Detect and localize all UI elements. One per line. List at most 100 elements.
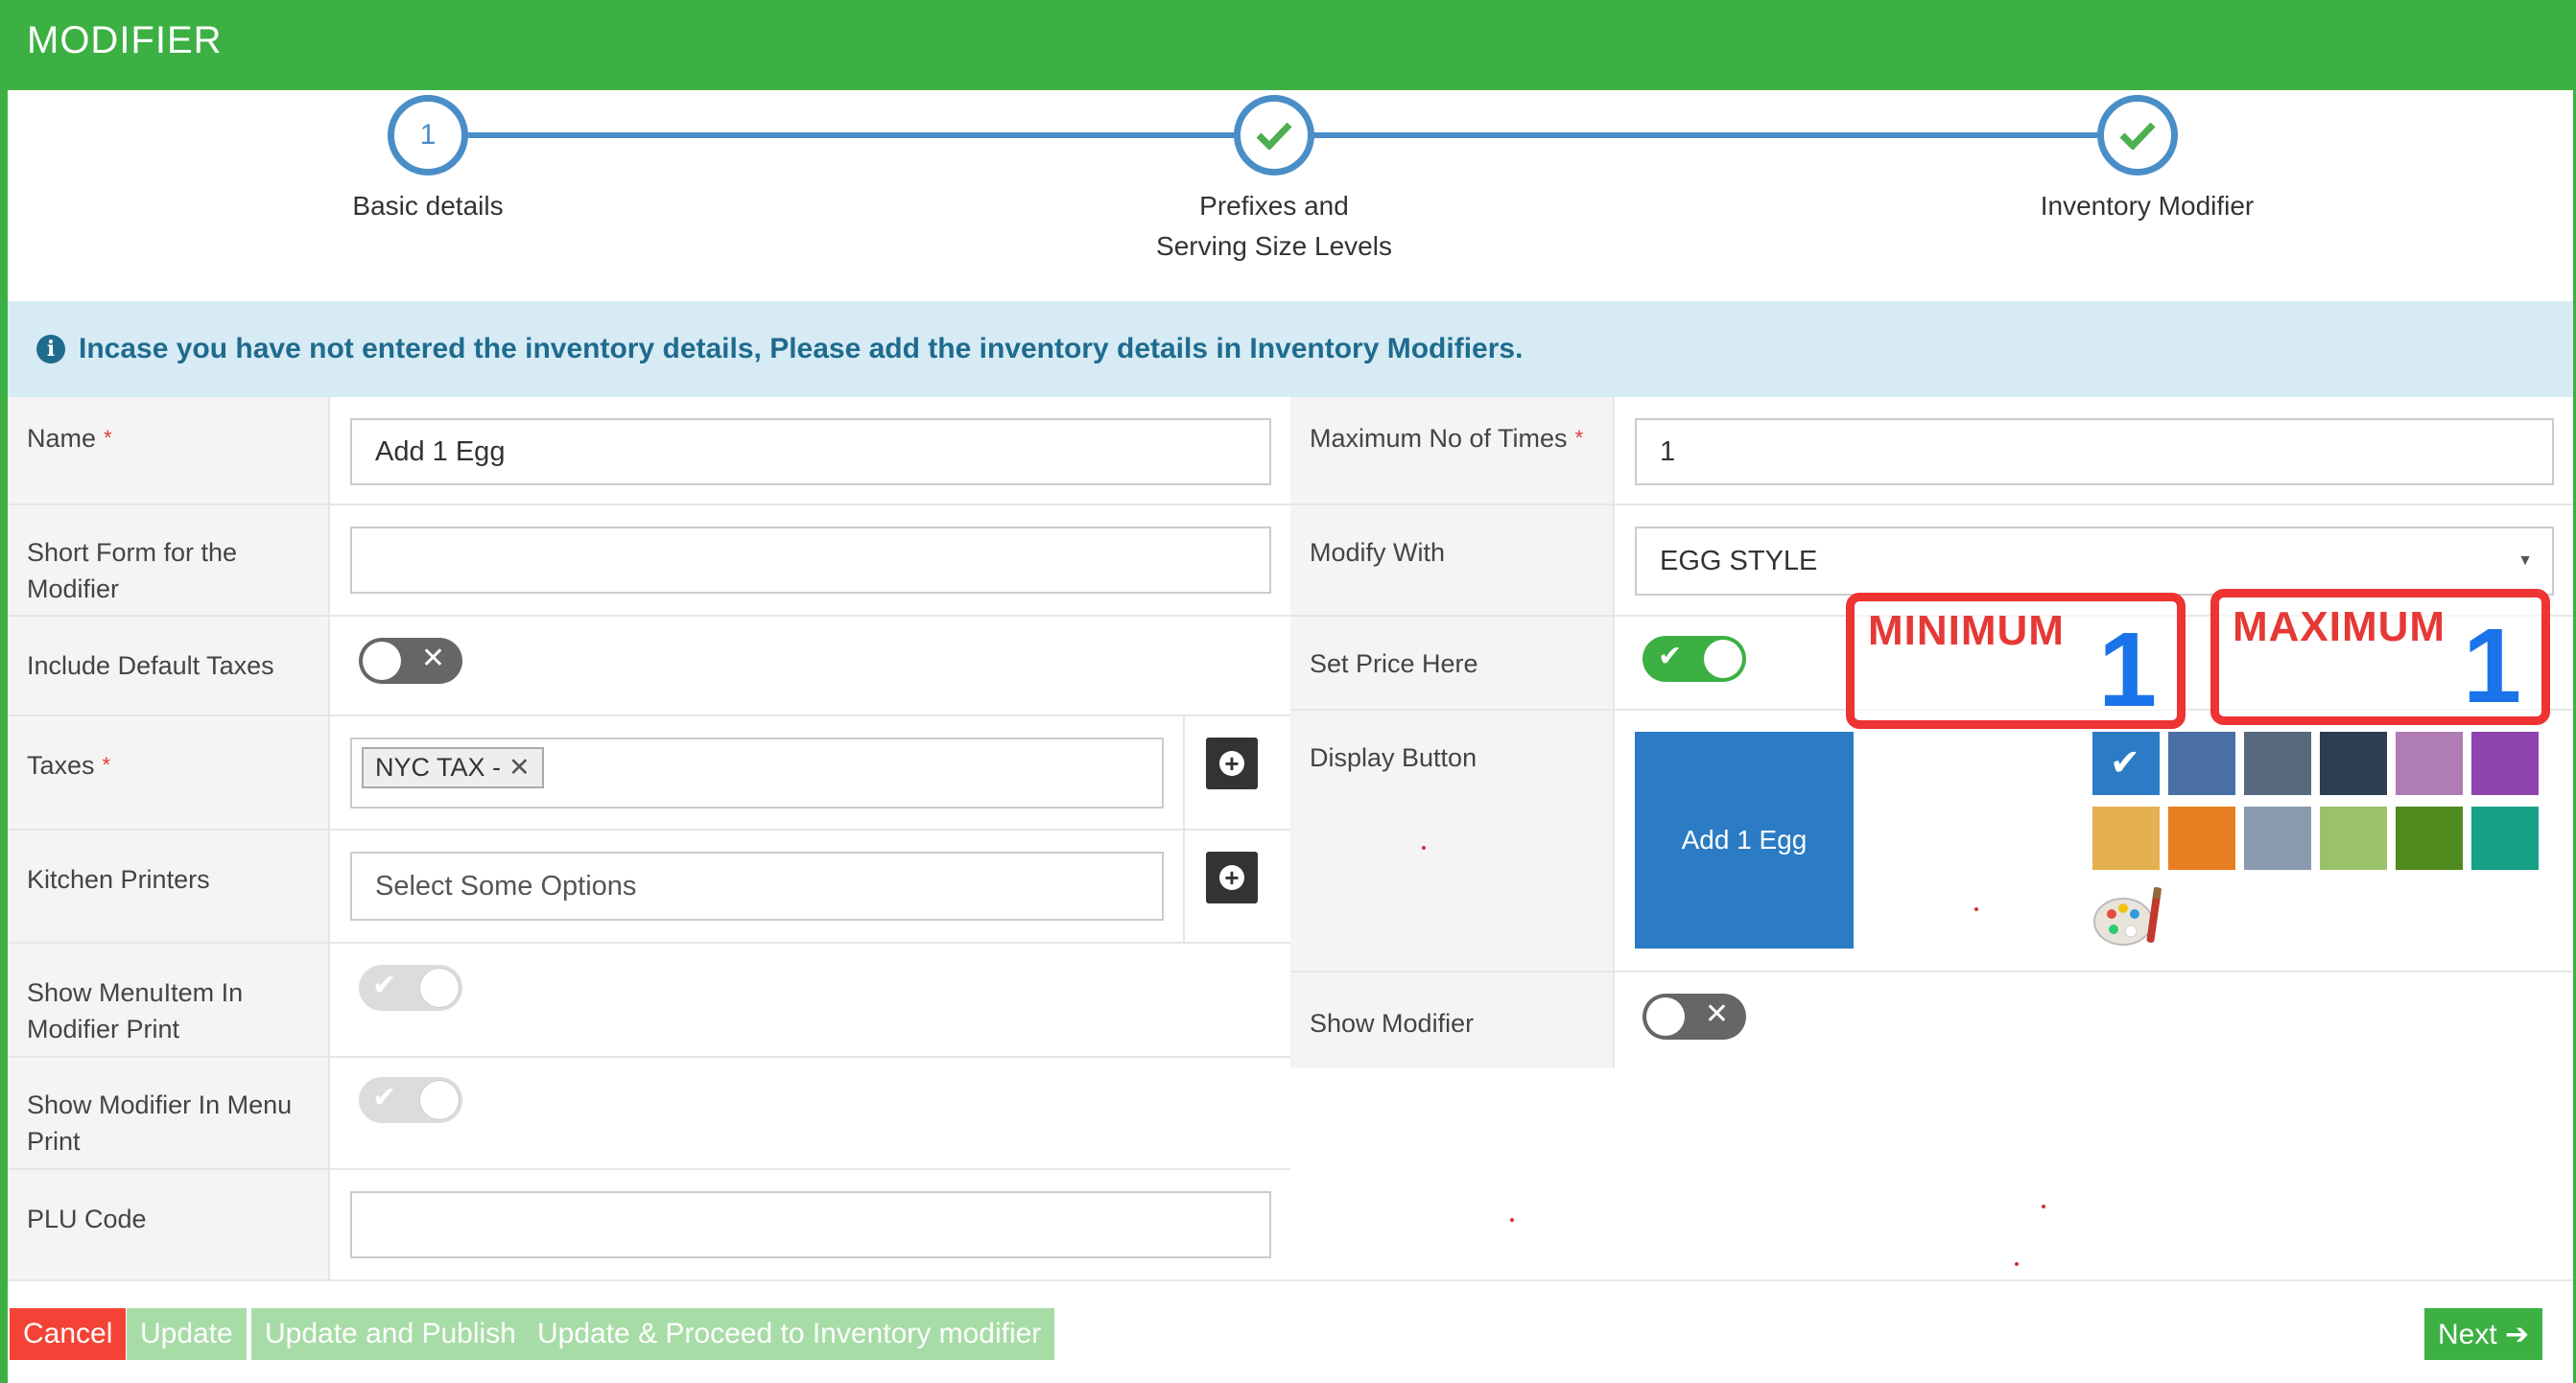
display-button-preview[interactable]: Add 1 Egg <box>1635 732 1854 949</box>
row-display-button: Display Button Add 1 Egg <box>1290 711 2573 973</box>
info-text: Incase you have not entered the inventor… <box>79 333 1524 364</box>
required-marker: * <box>102 753 111 777</box>
stray-dot <box>1974 907 1978 911</box>
add-printer-button[interactable]: + <box>1206 852 1258 903</box>
short-form-label-line1: Short Form for the <box>27 538 238 567</box>
color-swatch-10[interactable] <box>2320 807 2387 870</box>
step-3-label: Inventory Modifier <box>2040 191 2255 221</box>
set-price-toggle[interactable]: ✔ <box>1642 636 1746 682</box>
show-modifier-menu-label-line2: Print <box>27 1127 81 1156</box>
required-marker: * <box>1574 426 1584 450</box>
step-3-circle[interactable] <box>2097 95 2178 176</box>
stray-dot <box>1510 1218 1514 1222</box>
minimum-annotation: MINIMUM 1 <box>1846 593 2186 729</box>
wizard-stepper: 1 Basic details Prefixes and Serving Siz… <box>8 90 2573 301</box>
stray-dot <box>2015 1262 2019 1266</box>
modify-with-select[interactable]: EGG STYLE ▼ <box>1635 527 2554 596</box>
add-tax-button[interactable]: + <box>1206 738 1258 789</box>
remove-tag-icon[interactable]: ✕ <box>508 753 531 782</box>
name-input[interactable]: Add 1 Egg <box>350 418 1271 485</box>
color-swatch-8[interactable] <box>2168 807 2235 870</box>
plu-code-input[interactable] <box>350 1191 1271 1258</box>
row-taxes: Taxes * NYC TAX - ✕ + <box>8 716 1290 831</box>
toggle-knob <box>1646 997 1685 1036</box>
name-label-text: Name <box>27 424 97 453</box>
row-kitchen-printers: Kitchen Printers Select Some Options + <box>8 831 1290 944</box>
show-modifier-toggle[interactable]: ✕ <box>1642 994 1746 1040</box>
toggle-knob <box>420 1081 459 1119</box>
stray-dot <box>1422 846 1426 850</box>
color-swatch-12[interactable] <box>2471 807 2539 870</box>
modify-with-value: EGG STYLE <box>1660 545 1818 576</box>
row-show-modifier: Show Modifier ✕ <box>1290 973 2573 1068</box>
name-label: Name * <box>8 397 330 504</box>
update-publish-button[interactable]: Update and Publish <box>251 1308 530 1360</box>
step-connector <box>468 132 1255 138</box>
minimum-annotation-label: MINIMUM <box>1868 607 2065 654</box>
step-connector <box>1312 132 2099 138</box>
color-swatch-5[interactable] <box>2396 732 2463 795</box>
update-button[interactable]: Update <box>127 1308 247 1360</box>
color-swatch-7[interactable] <box>2092 807 2160 870</box>
plus-circle-icon: + <box>1219 751 1244 776</box>
info-banner: i Incase you have not entered the invent… <box>8 301 2573 397</box>
row-show-menuitem: Show MenuItem In Modifier Print ✔ <box>8 944 1290 1058</box>
color-swatch-11[interactable] <box>2396 807 2463 870</box>
show-modifier-menu-label-line1: Show Modifier In Menu <box>27 1090 293 1119</box>
palette-icon[interactable] <box>2092 885 2169 949</box>
color-swatch-1[interactable] <box>2092 732 2160 795</box>
show-modifier-menu-toggle[interactable]: ✔ <box>359 1077 462 1123</box>
modify-with-label: Modify With <box>1290 505 1615 615</box>
step-1-label: Basic details <box>352 191 504 221</box>
color-swatch-2[interactable] <box>2168 732 2235 795</box>
short-form-label-line2: Modifier <box>27 574 120 603</box>
show-menuitem-label-line1: Show MenuItem In <box>27 978 244 1007</box>
toggle-knob <box>363 642 401 680</box>
step-2-label: Prefixes and Serving Size Levels <box>1082 186 1466 267</box>
tax-tag-label: NYC TAX - <box>375 753 502 782</box>
color-swatch-3[interactable] <box>2244 732 2311 795</box>
display-button-label: Display Button <box>1290 711 1615 971</box>
step-2-label-line1: Prefixes and <box>1199 191 1349 221</box>
color-swatch-6[interactable] <box>2471 732 2539 795</box>
update-proceed-button[interactable]: Update & Proceed to Inventory modifier <box>524 1308 1055 1360</box>
kitchen-printers-label: Kitchen Printers <box>8 831 330 942</box>
show-modifier-menu-label: Show Modifier In Menu Print <box>8 1058 330 1168</box>
color-swatch-9[interactable] <box>2244 807 2311 870</box>
taxes-label: Taxes * <box>8 716 330 829</box>
page-title: MODIFIER <box>27 19 223 61</box>
toggle-knob <box>1704 640 1742 678</box>
taxes-label-text: Taxes <box>27 751 95 780</box>
row-max-times: Maximum No of Times * 1 <box>1290 397 2573 505</box>
tax-tag: NYC TAX - ✕ <box>362 747 544 788</box>
include-default-taxes-label: Include Default Taxes <box>8 617 330 715</box>
show-modifier-label: Show Modifier <box>1290 973 1615 1068</box>
short-form-input[interactable] <box>350 527 1271 594</box>
max-times-input[interactable]: 1 <box>1635 418 2554 485</box>
check-icon: ✔ <box>372 970 397 1001</box>
step-2-circle[interactable] <box>1234 95 1314 176</box>
taxes-multiselect[interactable]: NYC TAX - ✕ <box>350 738 1164 809</box>
row-name: Name * Add 1 Egg <box>8 397 1290 505</box>
check-icon <box>2119 122 2156 150</box>
info-icon: i <box>36 335 65 363</box>
show-menuitem-toggle[interactable]: ✔ <box>359 965 462 1011</box>
required-marker: * <box>104 426 112 450</box>
show-menuitem-label-line2: Modifier Print <box>27 1015 180 1043</box>
check-icon: ✔ <box>1658 641 1683 672</box>
next-button[interactable]: Next ➔ <box>2424 1308 2543 1360</box>
row-plu-code: PLU Code <box>8 1170 1290 1279</box>
plus-circle-icon: + <box>1219 865 1244 890</box>
kitchen-printers-select[interactable]: Select Some Options <box>350 852 1164 921</box>
step-number: 1 <box>419 119 437 151</box>
maximum-annotation: MAXIMUM 1 <box>2210 589 2550 725</box>
cancel-button[interactable]: Cancel <box>10 1308 127 1360</box>
include-default-taxes-toggle[interactable]: ✕ <box>359 638 462 684</box>
x-icon: ✕ <box>1704 998 1729 1030</box>
step-1-circle[interactable]: 1 <box>388 95 468 176</box>
max-times-label-text: Maximum No of Times <box>1310 424 1568 453</box>
footer-actions: Cancel Update Update and Publish Update … <box>8 1279 2573 1383</box>
modal-header: MODIFIER <box>0 0 2576 90</box>
color-swatch-4[interactable] <box>2320 732 2387 795</box>
x-icon: ✕ <box>420 643 445 674</box>
